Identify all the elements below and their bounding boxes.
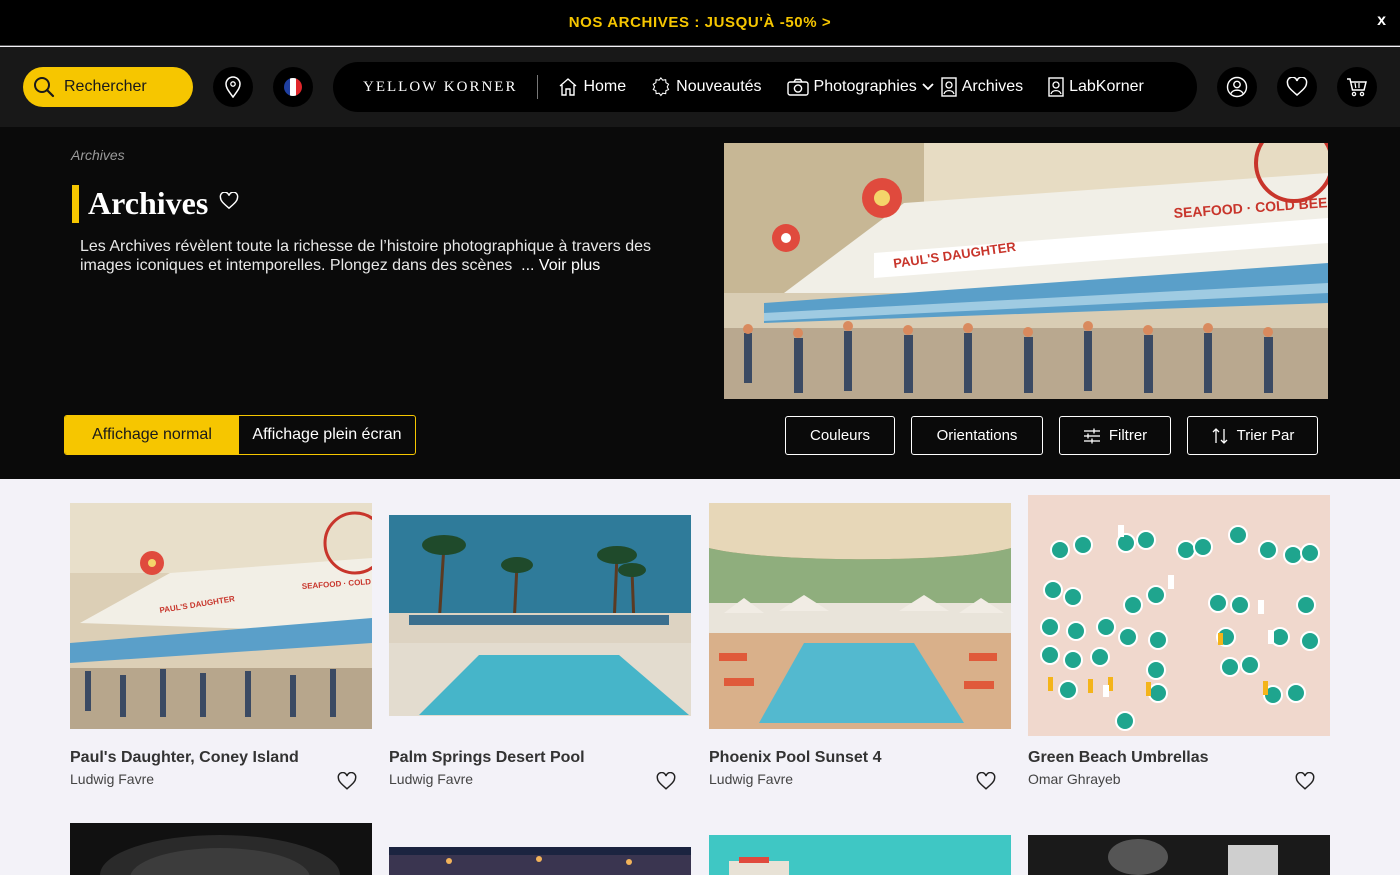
sort-arrows-icon [1212,427,1228,444]
site-logo[interactable]: YELLOW KORNER [363,75,539,99]
cart-icon [1347,78,1367,97]
sort-label: Trier Par [1236,427,1295,444]
store-locator-button[interactable] [213,67,253,107]
product-image[interactable]: SEAFOOD · COLD BEE PAUL'S DAUGHTER [70,503,372,729]
portrait-icon [941,77,957,97]
view-fullscreen-button[interactable]: Affichage plein écran [239,416,415,454]
search-label: Rechercher [64,78,147,95]
category-hero: Archives Archives Les Archives révèlent … [0,127,1400,479]
product-image[interactable] [709,503,1011,729]
page-title: Archives [88,185,209,221]
camera-icon [786,78,809,96]
colors-filter-button[interactable]: Couleurs [785,416,895,455]
heart-icon [219,191,239,210]
filter-label: Filtrer [1108,427,1148,444]
product-title[interactable]: Green Beach Umbrellas [1028,749,1209,767]
product-artist[interactable]: Ludwig Favre [389,771,473,787]
product-image[interactable] [389,515,691,716]
heart-icon [337,771,357,790]
search-button[interactable]: Rechercher [23,67,193,107]
nav-nouveautes-label: Nouveautés [676,78,762,95]
product-title[interactable]: Phoenix Pool Sunset 4 [709,749,881,767]
colors-filter-label: Couleurs [809,427,871,444]
add-to-wishlist-button[interactable] [976,771,996,796]
heart-icon [656,771,676,790]
user-icon [1226,76,1248,98]
cart-button[interactable] [1337,67,1377,107]
sort-button[interactable]: Trier Par [1187,416,1318,455]
product-image[interactable] [70,823,372,875]
product-image[interactable] [709,835,1011,875]
nav-photographies-label: Photographies [813,78,917,95]
add-to-wishlist-button[interactable] [656,771,676,796]
main-nav: YELLOW KORNER Home Nouveautés Photograph… [333,62,1197,112]
nav-archives-label: Archives [961,78,1024,95]
home-icon [560,78,577,96]
product-image[interactable] [1028,495,1330,736]
heart-icon [976,771,996,790]
heart-icon [1286,77,1308,96]
sliders-icon [1083,428,1100,443]
language-button[interactable] [273,67,313,107]
close-promo-button[interactable]: x [1377,12,1386,30]
orientations-filter-button[interactable]: Orientations [911,416,1043,455]
add-to-wishlist-button[interactable] [337,771,357,796]
account-button[interactable] [1217,67,1257,107]
promo-text[interactable]: NOS ARCHIVES : JUSQU'À -50% > [569,14,832,31]
favorite-category-button[interactable] [219,191,239,215]
product-image[interactable] [389,847,691,875]
nav-home-label: Home [583,78,627,95]
product-artist[interactable]: Omar Ghrayeb [1028,771,1121,787]
chevron-down-icon [922,83,934,91]
nav-home[interactable]: Home [558,77,626,97]
title-accent-bar [72,185,79,223]
search-icon [34,77,55,98]
product-title[interactable]: Palm Springs Desert Pool [389,749,585,767]
nav-nouveautes[interactable]: Nouveautés [651,77,762,97]
breadcrumb[interactable]: Archives [71,147,125,163]
category-description: Les Archives révèlent toute la richesse … [80,237,680,275]
promo-banner[interactable]: NOS ARCHIVES : JUSQU'À -50% > x [0,0,1400,46]
heart-icon [1295,771,1315,790]
new-badge-icon [652,77,670,97]
see-more-link[interactable]: ... Voir plus [521,257,600,274]
product-title[interactable]: Paul's Daughter, Coney Island [70,749,299,767]
nav-archives[interactable]: Archives [941,77,1023,97]
wishlist-button[interactable] [1277,67,1317,107]
site-header: Rechercher YELLOW KORNER Home Nouveautés… [0,47,1400,127]
product-image[interactable] [1028,835,1330,875]
product-artist[interactable]: Ludwig Favre [709,771,793,787]
location-pin-icon [225,76,241,98]
french-flag-icon [284,78,302,96]
hero-image: SEAFOOD · COLD BEE PAUL'S DAUGHTER [724,143,1328,399]
nav-photographies[interactable]: Photographies [786,78,934,96]
nav-labkorner[interactable]: LabKorner [1048,77,1144,97]
view-normal-button[interactable]: Affichage normal [65,416,239,454]
add-to-wishlist-button[interactable] [1295,771,1315,796]
filter-button[interactable]: Filtrer [1059,416,1171,455]
portrait-icon [1048,77,1064,97]
product-artist[interactable]: Ludwig Favre [70,771,154,787]
orientations-filter-label: Orientations [936,427,1018,444]
view-mode-toggle: Affichage normal Affichage plein écran [64,415,416,455]
nav-labkorner-label: LabKorner [1069,78,1144,95]
